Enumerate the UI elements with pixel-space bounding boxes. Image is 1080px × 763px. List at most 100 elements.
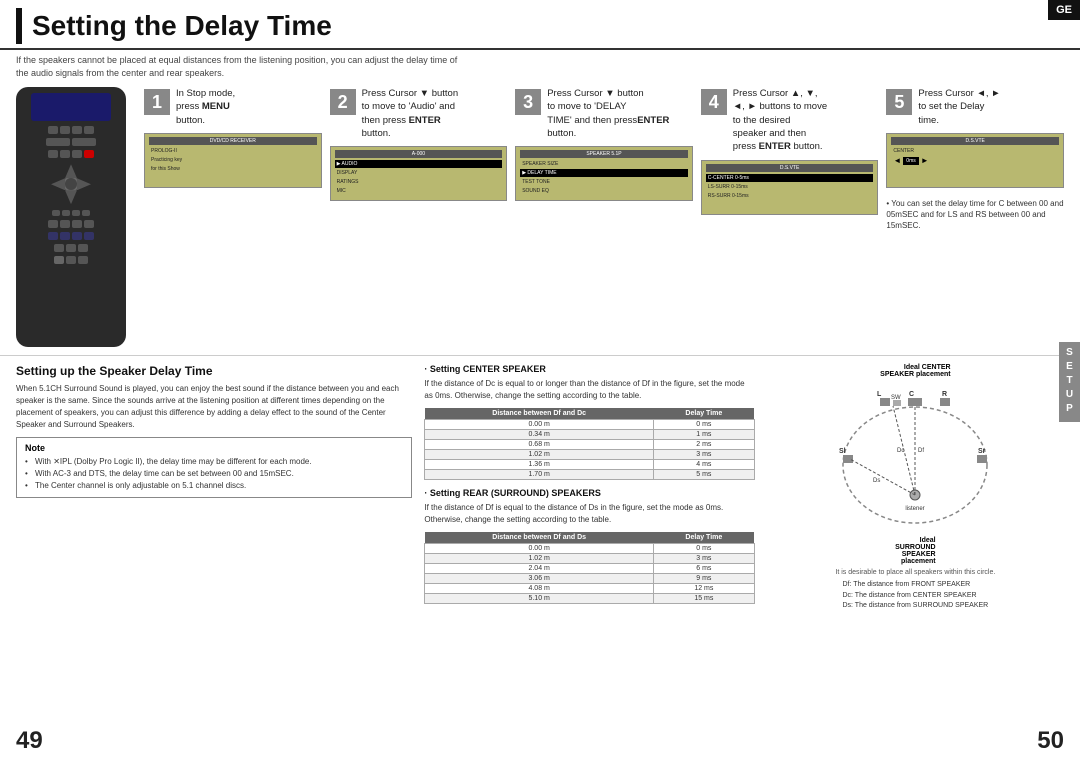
- remote-btn-1: [48, 126, 58, 134]
- step-1-header: 1 In Stop mode, press MENU button.: [144, 87, 322, 127]
- step-5-text: Press Cursor ◄, ► to set the Delay time.: [918, 87, 1000, 127]
- center-delay-table: Distance between Df and Dc Delay Time 0.…: [424, 408, 754, 480]
- center-speaker-text: If the distance of Dc is equal to or lon…: [424, 378, 754, 402]
- legend-df: Df: The distance from FRONT SPEAKER: [842, 580, 988, 591]
- remote-btn-11: [84, 220, 94, 228]
- bottom-center: · Setting CENTER SPEAKER If the distance…: [424, 364, 754, 612]
- table-row: 4.08 m12 ms: [425, 584, 754, 594]
- svg-text:Sr: Sr: [978, 448, 986, 455]
- remote-btn-15: [66, 256, 76, 264]
- table-cell: 0.00 m: [425, 544, 654, 554]
- svg-text:Ds: Ds: [873, 478, 880, 484]
- step-5-note: • You can set the delay time for C betwe…: [886, 198, 1064, 232]
- remote-btn-h1: [54, 256, 64, 264]
- page-title: Setting the Delay Time: [32, 10, 332, 42]
- step-5-number: 5: [886, 89, 912, 115]
- step-4-header: 4 Press Cursor ▲, ▼, ◄, ► buttons to mov…: [701, 87, 879, 153]
- remote-btn-s3: [72, 210, 80, 216]
- remote-control: [16, 87, 126, 347]
- table-row: 0.68 m2 ms: [425, 440, 754, 450]
- center-table-header-1: Delay Time: [653, 408, 754, 420]
- page-number-left: 49: [16, 727, 43, 755]
- svg-text:R: R: [942, 391, 947, 398]
- table-cell: 1.02 m: [425, 554, 654, 564]
- remote-btn-14: [78, 244, 88, 252]
- bottom-left: Setting up the Speaker Delay Time When 5…: [16, 364, 412, 612]
- remote-btn-8: [48, 220, 58, 228]
- table-cell: 3 ms: [653, 450, 754, 460]
- step-2-screen: A-000 ▶ AUDIO DISPLAY RATINGS MIC: [330, 146, 508, 201]
- step-3: 3 Press Cursor ▼ button to move to 'DELA…: [515, 87, 693, 201]
- table-cell: 1 ms: [653, 430, 754, 440]
- legend-ds: Ds: The distance from SURROUND SPEAKER: [842, 601, 988, 612]
- dpad-right: [77, 178, 91, 190]
- table-row: 0.00 m0 ms: [425, 420, 754, 430]
- remote-btn-s4: [82, 210, 90, 216]
- remote-btn-2: [60, 126, 70, 134]
- table-cell: 1.02 m: [425, 450, 654, 460]
- bottom-section-title: Setting up the Speaker Delay Time: [16, 364, 412, 378]
- bottom-body-text: When 5.1CH Surround Sound is played, you…: [16, 383, 412, 431]
- rear-speaker-title: · Setting REAR (SURROUND) SPEAKERS: [424, 488, 754, 498]
- table-cell: 0 ms: [653, 544, 754, 554]
- page-number-right: 50: [1037, 727, 1064, 755]
- center-table-header-0: Distance between Df and Dc: [425, 408, 654, 420]
- table-row: 1.70 m5 ms: [425, 470, 754, 480]
- ge-badge: GE: [1048, 0, 1080, 20]
- table-cell: 2.04 m: [425, 564, 654, 574]
- remote-btn-13: [66, 244, 76, 252]
- remote-btn-16: [78, 256, 88, 264]
- remote-btn-12: [54, 244, 64, 252]
- remote-btn-wide-2: [72, 138, 96, 146]
- rear-delay-table: Distance between Df and Ds Delay Time 0.…: [424, 532, 754, 604]
- ideal-surround-label: Ideal SURROUND SPEAKER placement: [895, 537, 935, 565]
- title-accent-bar: [16, 8, 22, 44]
- center-speaker-title: · Setting CENTER SPEAKER: [424, 364, 754, 374]
- diagram-legend: Df: The distance from FRONT SPEAKER Dc: …: [842, 580, 988, 612]
- bottom-right: Ideal CENTER SPEAKER placement listener …: [767, 364, 1064, 612]
- steps-area: 1 In Stop mode, press MENU button. DVD/C…: [144, 87, 1064, 347]
- svg-text:SW: SW: [891, 395, 901, 401]
- remote-btn-s1: [52, 210, 60, 216]
- svg-text:listener: listener: [906, 506, 925, 512]
- step-3-number: 3: [515, 89, 541, 115]
- note-item-2: With AC-3 and DTS, the delay time can be…: [25, 468, 403, 480]
- table-row: 5.10 m15 ms: [425, 594, 754, 604]
- step-3-screen: SPEAKER 5.1P SPEAKER SIZE ▶ DELAY TIME T…: [515, 146, 693, 201]
- note-item-1: With ✕IPL (Dolby Pro Logic II), the dela…: [25, 456, 403, 468]
- table-row: 1.36 m4 ms: [425, 460, 754, 470]
- table-cell: 4 ms: [653, 460, 754, 470]
- table-row: 2.04 m6 ms: [425, 564, 754, 574]
- table-row: 0.34 m1 ms: [425, 430, 754, 440]
- top-bar: Setting the Delay Time GE: [0, 0, 1080, 50]
- remote-btn-5: [48, 150, 58, 158]
- step-2: 2 Press Cursor ▼ button to move to 'Audi…: [330, 87, 508, 201]
- note-list: With ✕IPL (Dolby Pro Logic II), the dela…: [25, 456, 403, 492]
- page-numbers: 49 50: [0, 727, 1080, 755]
- rear-speaker-text: If the distance of Df is equal to the di…: [424, 502, 754, 526]
- remote-btn-blue1: [48, 232, 58, 240]
- step-5-header: 5 Press Cursor ◄, ► to set the Delay tim…: [886, 87, 1064, 127]
- table-cell: 0.68 m: [425, 440, 654, 450]
- svg-text:C: C: [909, 391, 914, 398]
- table-row: 1.02 m3 ms: [425, 450, 754, 460]
- remote-btn-9: [60, 220, 70, 228]
- step-5: 5 Press Cursor ◄, ► to set the Delay tim…: [886, 87, 1064, 231]
- remote-btn-7: [72, 150, 82, 158]
- bottom-section: Setting up the Speaker Delay Time When 5…: [0, 355, 1080, 620]
- setup-badge: SETUP: [1059, 342, 1080, 422]
- table-cell: 2 ms: [653, 440, 754, 450]
- step-1: 1 In Stop mode, press MENU button. DVD/C…: [144, 87, 322, 188]
- step-4-number: 4: [701, 89, 727, 115]
- dpad-down: [65, 190, 77, 204]
- table-cell: 0.34 m: [425, 430, 654, 440]
- rear-table-header-1: Delay Time: [653, 532, 754, 544]
- remote-btn-6: [60, 150, 70, 158]
- dpad-up: [65, 164, 77, 178]
- step-3-text: Press Cursor ▼ button to move to 'DELAY …: [547, 87, 669, 140]
- table-cell: 3.06 m: [425, 574, 654, 584]
- table-cell: 4.08 m: [425, 584, 654, 594]
- remote-btn-blue2: [60, 232, 70, 240]
- table-cell: 5.10 m: [425, 594, 654, 604]
- rear-table-header-0: Distance between Df and Ds: [425, 532, 654, 544]
